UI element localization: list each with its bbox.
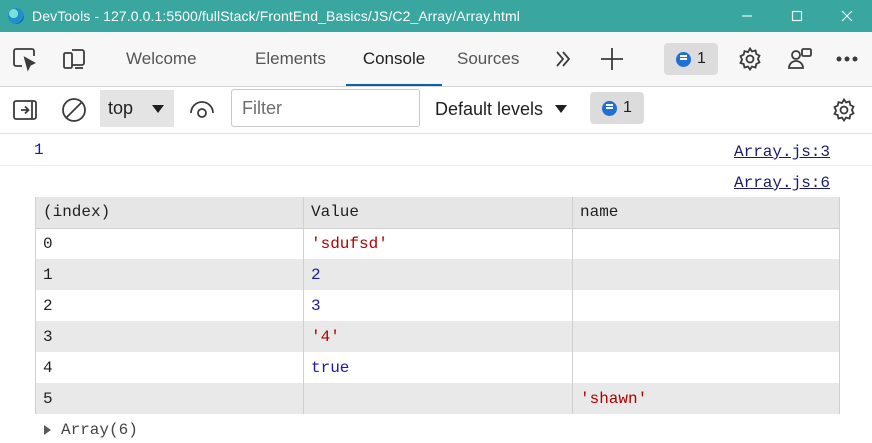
source-link[interactable]: Array.js:6 (734, 174, 830, 192)
name-cell: 'shawn' (572, 383, 840, 414)
window-title: DevTools - 127.0.0.1:5500/fullStack/Fron… (32, 8, 521, 24)
table-row: 3 '4' (35, 321, 840, 352)
index-cell: 3 (35, 321, 304, 352)
array-summary-label: Array(6) (61, 421, 138, 439)
column-header[interactable]: (index) (35, 197, 304, 229)
log-value: 1 (34, 141, 44, 159)
index-cell: 0 (35, 228, 304, 259)
tab-console[interactable]: Console (346, 32, 442, 86)
gear-icon (833, 97, 855, 123)
clear-icon (62, 98, 86, 122)
index-cell: 1 (35, 259, 304, 290)
ellipsis-icon (836, 56, 858, 62)
table-row: 1 2 (35, 259, 840, 290)
minimize-button[interactable] (722, 0, 772, 32)
inspect-element-button[interactable] (11, 45, 39, 73)
console-issues-count: 1 (623, 99, 632, 116)
dropdown-caret-icon (152, 105, 164, 113)
issues-counter-button[interactable]: 1 (664, 43, 718, 75)
double-chevron-right-icon (556, 51, 571, 67)
close-button[interactable] (822, 0, 872, 32)
window-controls (722, 0, 872, 32)
inspect-icon (13, 48, 36, 72)
table-row: 4 true (35, 352, 840, 383)
message-icon (602, 100, 618, 116)
more-options-button[interactable] (833, 45, 861, 73)
edge-icon (8, 8, 24, 24)
people-icon (788, 48, 812, 69)
tab-elements[interactable]: Elements (243, 32, 338, 86)
table-header-row: (index) Value name (35, 197, 840, 229)
index-cell: 5 (35, 383, 304, 414)
source-link[interactable]: Array.js:3 (734, 143, 830, 161)
index-cell: 4 (35, 352, 304, 383)
devtools-tab-bar: Welcome Elements Console Sources 1 (0, 32, 872, 87)
close-icon (841, 10, 853, 22)
tab-welcome[interactable]: Welcome (114, 32, 209, 86)
name-cell (572, 228, 840, 259)
more-tabs-button[interactable] (549, 45, 577, 73)
name-cell (572, 321, 840, 352)
add-tab-button[interactable] (598, 45, 626, 73)
column-header[interactable]: name (572, 197, 840, 229)
console-settings-button[interactable] (830, 96, 858, 124)
console-issues-button[interactable]: 1 (590, 92, 644, 124)
value-cell: 2 (303, 259, 573, 290)
device-emulation-button[interactable] (60, 45, 88, 73)
live-expression-button[interactable] (188, 96, 216, 124)
expand-triangle-icon[interactable] (44, 425, 51, 435)
feedback-button[interactable] (786, 45, 814, 73)
context-selector[interactable]: top (100, 90, 174, 127)
show-sidebar-button[interactable] (11, 96, 39, 124)
console-toolbar: top Default levels 1 (0, 87, 872, 134)
value-cell: 3 (303, 290, 573, 321)
maximize-button[interactable] (772, 0, 822, 32)
message-icon (676, 51, 692, 67)
console-table: (index) Value name 0 'sdufsd' 1 2 2 3 3 … (35, 197, 840, 414)
device-icon (63, 49, 85, 69)
minimize-icon (742, 15, 752, 17)
value-cell: true (303, 352, 573, 383)
filter-input[interactable] (231, 89, 420, 127)
name-cell (572, 290, 840, 321)
name-cell (572, 352, 840, 383)
clear-console-button[interactable] (60, 96, 88, 124)
console-message: 1 Array.js:3 (0, 134, 872, 166)
issues-count: 1 (697, 50, 706, 67)
table-row: 5 'shawn' (35, 383, 840, 414)
table-row: 0 'sdufsd' (35, 228, 840, 259)
plus-icon (601, 48, 623, 70)
value-cell (303, 383, 573, 414)
console-output: 1 Array.js:3 Array.js:6 (index) Value na… (0, 134, 872, 443)
table-row: 2 3 (35, 290, 840, 321)
title-bar: DevTools - 127.0.0.1:5500/fullStack/Fron… (0, 0, 872, 32)
settings-button[interactable] (736, 45, 764, 73)
tab-sources[interactable]: Sources (445, 32, 531, 86)
sidebar-icon (13, 100, 37, 120)
log-levels-dropdown[interactable]: Default levels (435, 87, 568, 131)
expandable-array[interactable]: Array(6) (44, 421, 138, 439)
dropdown-caret-icon (555, 105, 568, 113)
maximize-icon (791, 10, 803, 22)
column-header[interactable]: Value (303, 197, 573, 229)
value-cell: '4' (303, 321, 573, 352)
index-cell: 2 (35, 290, 304, 321)
value-cell: 'sdufsd' (303, 228, 573, 259)
gear-icon (739, 46, 761, 72)
eye-icon (190, 101, 214, 118)
name-cell (572, 259, 840, 290)
